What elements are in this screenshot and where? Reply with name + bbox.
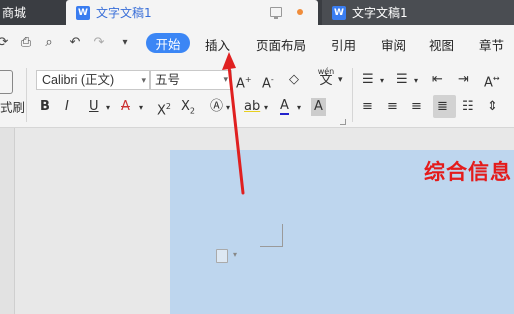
annotation-arrow-icon [222, 52, 245, 195]
